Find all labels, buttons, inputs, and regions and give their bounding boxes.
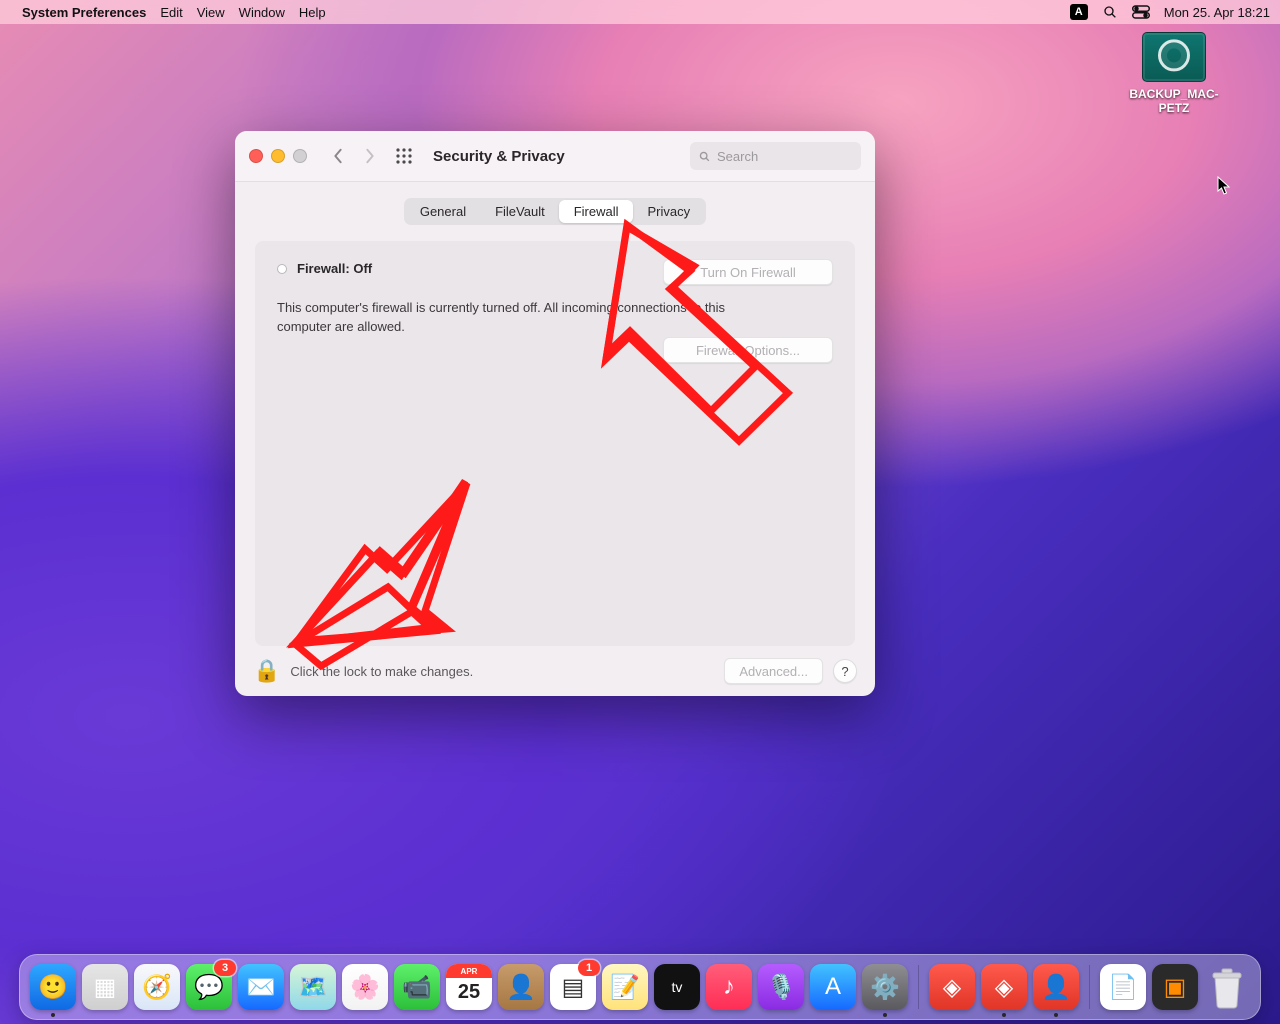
menubar: System Preferences Edit View Window Help…	[0, 0, 1280, 24]
tab-filevault[interactable]: FileVault	[480, 200, 559, 223]
dock-app-safari[interactable]: 🧭	[134, 964, 180, 1010]
desktop-icon-label: BACKUP_MAC-PETZ	[1124, 87, 1224, 116]
traffic-lights	[249, 149, 307, 163]
control-center-icon[interactable]	[1132, 5, 1150, 19]
dock-running-indicator	[51, 1013, 55, 1017]
time-machine-drive-icon	[1142, 32, 1206, 82]
dock-app-launchpad[interactable]: ▦	[82, 964, 128, 1010]
window-zoom-button[interactable]	[293, 149, 307, 163]
menubar-item-edit[interactable]: Edit	[160, 5, 182, 20]
advanced-button[interactable]: Advanced...	[724, 658, 823, 684]
search-placeholder: Search	[717, 149, 758, 164]
menubar-app-name[interactable]: System Preferences	[22, 5, 146, 20]
window-titlebar[interactable]: Security & Privacy Search	[235, 131, 875, 182]
cursor-icon	[1217, 176, 1233, 196]
tab-bar: General FileVault Firewall Privacy	[404, 198, 706, 225]
dock-app-contacts[interactable]: 👤	[498, 964, 544, 1010]
dock-app-reminders[interactable]: ▤1	[550, 964, 596, 1010]
dock-app-finder[interactable]: 🙂	[30, 964, 76, 1010]
dock-app-anydesk-1[interactable]: ◈	[929, 964, 975, 1010]
dock-running-indicator	[883, 1013, 887, 1017]
dock-app-maps[interactable]: 🗺️	[290, 964, 336, 1010]
menubar-item-help[interactable]: Help	[299, 5, 326, 20]
dock-badge: 1	[578, 960, 600, 976]
menubar-datetime[interactable]: Mon 25. Apr 18:21	[1164, 5, 1270, 20]
dock-running-indicator	[1002, 1013, 1006, 1017]
dock-app-anydesk-3[interactable]: 👤	[1033, 964, 1079, 1010]
dock-app-anydesk-2[interactable]: ◈	[981, 964, 1027, 1010]
nav-back-button[interactable]	[327, 144, 349, 168]
turn-on-firewall-button[interactable]: Turn On Firewall	[663, 259, 833, 285]
firewall-status-label: Firewall: Off	[297, 261, 372, 276]
window-title: Security & Privacy	[433, 148, 565, 165]
dock: 🙂▦🧭💬3✉️🗺️🌸📹APR25👤▤1📝tv♪🎙️A⚙️◈◈👤📄▣	[19, 954, 1261, 1020]
menubar-item-view[interactable]: View	[197, 5, 225, 20]
dock-app-appstore[interactable]: A	[810, 964, 856, 1010]
tab-privacy[interactable]: Privacy	[633, 200, 705, 223]
tab-general[interactable]: General	[406, 200, 480, 223]
dock-separator	[1089, 965, 1090, 1009]
lock-icon[interactable]: 🔒	[253, 658, 280, 684]
dock-separator	[918, 965, 919, 1009]
menubar-item-window[interactable]: Window	[239, 5, 285, 20]
preferences-search-input[interactable]: Search	[690, 142, 861, 170]
dock-app-notes[interactable]: 📝	[602, 964, 648, 1010]
firewall-status-indicator-icon	[277, 264, 287, 274]
dock-app-tv[interactable]: tv	[654, 964, 700, 1010]
nav-forward-button[interactable]	[359, 144, 381, 168]
dock-app-messages[interactable]: 💬3	[186, 964, 232, 1010]
dock-app-document-1[interactable]: 📄	[1100, 964, 1146, 1010]
window-close-button[interactable]	[249, 149, 263, 163]
input-source-icon[interactable]: A	[1070, 4, 1088, 20]
firewall-panel: Firewall: Off Turn On Firewall This comp…	[255, 241, 855, 646]
spotlight-icon[interactable]	[1102, 4, 1118, 20]
dock-app-facetime[interactable]: 📹	[394, 964, 440, 1010]
window-footer: 🔒 Click the lock to make changes. Advanc…	[235, 646, 875, 696]
dock-trash[interactable]	[1204, 964, 1250, 1010]
dock-app-podcasts[interactable]: 🎙️	[758, 964, 804, 1010]
desktop-icon-backup-drive[interactable]: BACKUP_MAC-PETZ	[1124, 32, 1224, 116]
dock-app-systempreferences[interactable]: ⚙️	[862, 964, 908, 1010]
window-minimize-button[interactable]	[271, 149, 285, 163]
show-all-preferences-button[interactable]	[391, 143, 417, 169]
firewall-description: This computer's firewall is currently tu…	[277, 299, 757, 335]
firewall-options-button[interactable]: Firewall Options...	[663, 337, 833, 363]
dock-app-calendar[interactable]: APR25	[446, 964, 492, 1010]
dock-badge: 3	[214, 960, 236, 976]
help-button[interactable]: ?	[833, 659, 857, 683]
dock-app-mail[interactable]: ✉️	[238, 964, 284, 1010]
dock-app-document-2[interactable]: ▣	[1152, 964, 1198, 1010]
dock-running-indicator	[1054, 1013, 1058, 1017]
desktop-background: System Preferences Edit View Window Help…	[0, 0, 1280, 1024]
lock-hint-text: Click the lock to make changes.	[290, 664, 473, 679]
system-preferences-window: Security & Privacy Search General FileVa…	[235, 131, 875, 696]
dock-app-music[interactable]: ♪	[706, 964, 752, 1010]
tab-firewall[interactable]: Firewall	[559, 200, 633, 223]
dock-app-photos[interactable]: 🌸	[342, 964, 388, 1010]
